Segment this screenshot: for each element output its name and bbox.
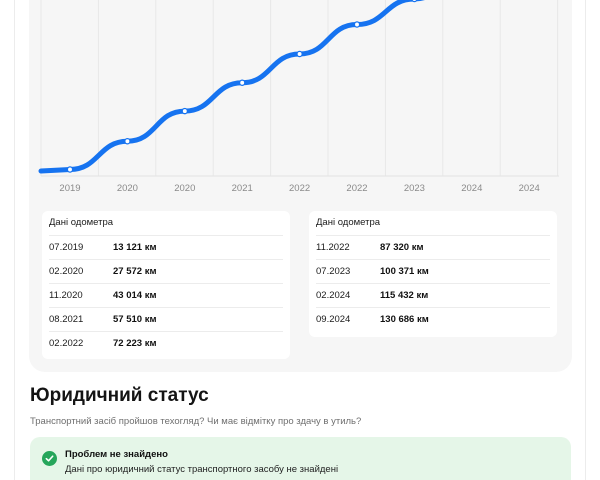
x-tick-label: 2019 xyxy=(59,183,80,194)
x-tick-label: 2024 xyxy=(461,183,482,194)
odometer-table-left: Дані одометра 07.2019 13 121 км 02.2020 … xyxy=(42,211,290,359)
odometer-row: 08.2021 57 510 км xyxy=(49,307,283,331)
x-tick-label: 2021 xyxy=(232,183,253,194)
odometer-row: 07.2023 100 371 км xyxy=(316,259,550,283)
odometer-date: 07.2019 xyxy=(49,242,84,253)
x-tick-label: 2022 xyxy=(346,183,367,194)
data-point xyxy=(124,138,131,145)
odometer-row: 02.2024 115 432 км xyxy=(316,283,550,307)
data-point xyxy=(238,79,246,87)
odometer-title: Дані одометра xyxy=(49,217,114,228)
odometer-date: 02.2024 xyxy=(316,290,351,301)
odometer-value: 87 320 км xyxy=(380,242,424,253)
odometer-table-right: Дані одометра 11.2022 87 320 км 07.2023 … xyxy=(309,211,557,337)
legal-status-description: Транспортний засіб пройшов техогляд? Чи … xyxy=(30,416,362,427)
odometer-value: 13 121 км xyxy=(113,242,157,253)
check-circle-icon xyxy=(42,451,57,466)
x-tick-label: 2023 xyxy=(404,183,425,194)
odometer-value: 57 510 км xyxy=(113,314,157,325)
status-text: Дані про юридичний статус транспортного … xyxy=(65,464,339,475)
legal-status-result: Проблем не знайдено Дані про юридичний с… xyxy=(30,437,571,480)
odometer-row: 11.2022 87 320 км xyxy=(316,235,550,259)
data-point xyxy=(353,21,361,28)
odometer-value: 130 686 км xyxy=(380,314,429,325)
x-tick-label: 2022 xyxy=(289,183,310,194)
x-tick-label: 2020 xyxy=(117,183,138,194)
odometer-date: 02.2022 xyxy=(49,338,84,349)
mileage-series-line xyxy=(38,0,425,174)
odometer-value: 115 432 км xyxy=(380,290,429,301)
odometer-row: 02.2022 72 223 км xyxy=(49,331,283,355)
odometer-date: 07.2023 xyxy=(316,266,351,277)
odometer-row: 07.2019 13 121 км xyxy=(49,235,283,259)
odometer-date: 02.2020 xyxy=(49,266,84,277)
legal-status-heading: Юридичний статус xyxy=(30,385,209,406)
odometer-date: 11.2020 xyxy=(49,290,83,301)
data-point xyxy=(181,107,189,115)
odometer-value: 72 223 км xyxy=(113,338,157,349)
page: 2019 2020 2020 2021 2022 2022 2023 2024 2024 Дан… xyxy=(0,0,600,480)
odometer-date: 08.2021 xyxy=(49,314,84,325)
odometer-row: 02.2020 27 572 км xyxy=(49,259,283,283)
x-tick-label: 2020 xyxy=(174,183,195,194)
odometer-value: 100 371 км xyxy=(380,266,429,277)
odometer-row: 11.2020 43 014 км xyxy=(49,283,283,307)
odometer-value: 43 014 км xyxy=(113,290,157,301)
data-point xyxy=(66,166,74,173)
data-point xyxy=(296,50,303,58)
status-title: Проблем не знайдено xyxy=(65,449,168,460)
odometer-row: 09.2024 130 686 км xyxy=(316,307,550,331)
odometer-date: 09.2024 xyxy=(316,314,351,325)
odometer-date: 11.2022 xyxy=(316,242,350,253)
x-tick-label: 2024 xyxy=(519,183,540,194)
data-point xyxy=(411,0,418,3)
odometer-title: Дані одометра xyxy=(316,217,381,228)
odometer-value: 27 572 км xyxy=(113,266,157,277)
